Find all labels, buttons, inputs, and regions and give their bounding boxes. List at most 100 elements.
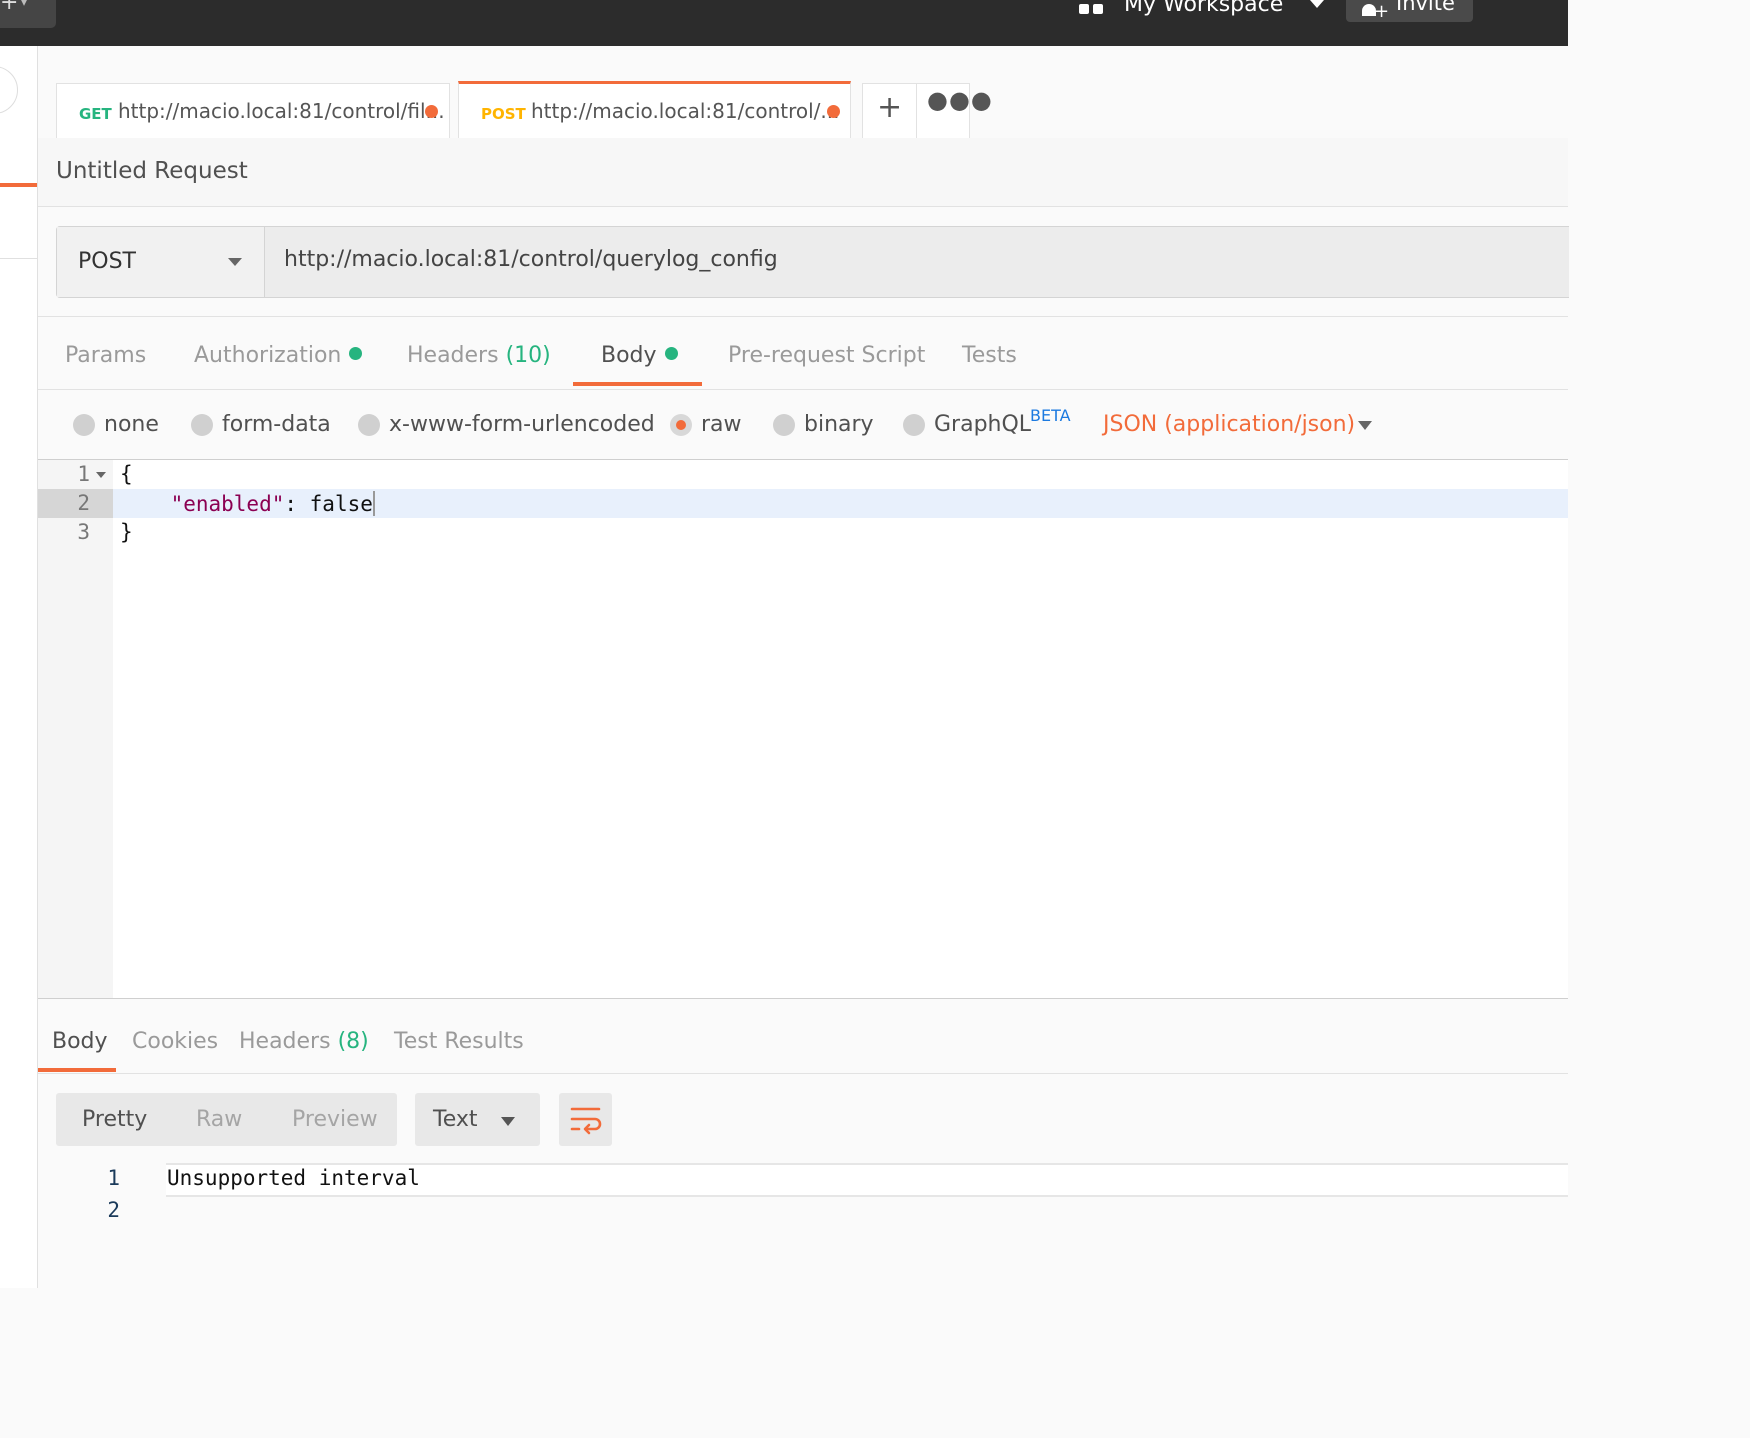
tab-post-request[interactable]: POST http://macio.local:81/control/... [458,81,851,141]
wrap-lines-icon [570,1107,602,1135]
tab-test-results[interactable]: Test Results [394,1029,524,1054]
fold-arrow-icon[interactable] [96,472,106,478]
radio-icon [358,414,380,436]
url-bar: POST http://macio.local:81/control/query… [56,226,1569,298]
editor-line-active: 2 "enabled": false [38,489,1568,518]
workspace-switcher[interactable]: My Workspace [1124,0,1283,17]
code-text: { [120,462,133,486]
tab-method: POST [481,105,526,123]
wrap-lines-button[interactable] [559,1093,612,1146]
beta-badge: BETA [1030,406,1071,425]
chevron-down-icon[interactable] [1358,421,1372,430]
tab-tests[interactable]: Tests [962,343,1017,368]
unsaved-dot-icon [425,105,438,118]
body-editor[interactable]: 1 { 2 "enabled": false 3 } [38,459,1568,1000]
response-tabs: Body Cookies Headers (8) Test Results [38,999,1568,1074]
view-raw-button[interactable]: Raw [196,1107,242,1132]
editor-line: 1 { [38,460,1568,489]
tab-response-headers-label: Headers [239,1029,331,1054]
headers-count: (10) [505,343,551,368]
response-line: 1 Unsupported interval [38,1163,1568,1195]
line-number: 2 [77,491,90,515]
tab-cookies[interactable]: Cookies [132,1029,218,1054]
ellipsis-icon: ●●● [927,86,993,114]
response-line: 2 [38,1195,1568,1227]
status-dot-icon [664,347,678,360]
code-text: "enabled": false [120,491,375,516]
tab-prerequest-script[interactable]: Pre-request Script [728,343,925,368]
unsaved-dot-icon [827,105,840,118]
request-sections-tabs: Params Authorization Headers (10) Body P… [38,317,1568,390]
request-title[interactable]: Untitled Request [56,158,248,184]
response-panel: Body Cookies Headers (8) Test Results Pr… [38,999,1568,1288]
plus-icon: + [0,0,19,15]
active-tab-indicator [573,382,702,386]
active-tab-indicator [38,1068,116,1072]
json-key: "enabled" [170,492,285,516]
line-number: 1 [77,462,90,486]
status-dot-icon [349,347,363,360]
response-text[interactable]: Unsupported interval [167,1166,420,1190]
plus-icon: + [877,90,903,125]
tab-headers-label: Headers [407,343,499,368]
radio-icon [191,414,213,436]
invite-label: Invite [1396,0,1455,15]
line-number: 1 [107,1166,120,1190]
language-select[interactable]: JSON (application/json) [1103,412,1355,437]
chevron-down-icon [228,258,242,266]
method-label: POST [78,249,136,274]
tab-url: http://macio.local:81/control/fil... [118,99,445,123]
radio-icon [773,414,795,436]
invite-button[interactable]: + Invite [1346,0,1473,22]
url-input[interactable]: http://macio.local:81/control/querylog_c… [265,227,1568,297]
format-select[interactable]: Text [415,1093,540,1146]
tab-response-body[interactable]: Body [52,1029,108,1054]
radio-label: GraphQL [934,412,1032,437]
view-preview-button[interactable]: Preview [292,1107,378,1132]
chevron-down-icon: ▾ [20,0,29,10]
tab-body-label: Body [601,343,657,368]
chevron-down-icon[interactable] [1310,0,1324,8]
tab-authorization-label: Authorization [194,343,342,368]
tab-headers[interactable]: Headers (10) [407,343,551,368]
divider [0,258,37,259]
new-tab-button[interactable]: + [862,83,917,138]
add-user-icon: + [1362,2,1389,21]
tab-options-button[interactable]: ●●● [916,83,992,138]
app-header: + ▾ My Workspace + Invite [0,0,1568,46]
line-number: 3 [77,520,90,544]
format-label: Text [433,1107,478,1132]
response-view-toggle: Pretty Raw Preview [56,1093,397,1146]
tab-authorization[interactable]: Authorization [194,343,363,368]
radio-label: form-data [222,412,331,437]
request-name-bar: Untitled Request [38,138,1568,207]
radio-label: raw [701,412,742,437]
sidebar-toggle[interactable] [0,66,18,114]
editor-line: 3 } [38,518,1568,547]
response-headers-count: (8) [337,1029,369,1054]
tab-params[interactable]: Params [65,343,146,368]
radio-icon [73,414,95,436]
json-value: : false [284,492,373,516]
url-text: http://macio.local:81/control/querylog_c… [284,247,778,272]
tab-url: http://macio.local:81/control/... [531,99,840,123]
tab-response-headers[interactable]: Headers (8) [239,1029,369,1054]
method-select[interactable]: POST [57,227,265,297]
tab-get-request[interactable]: GET http://macio.local:81/control/fil... [56,83,450,138]
chevron-down-icon [501,1117,515,1126]
radio-label: binary [804,412,874,437]
new-button[interactable]: + ▾ [0,0,56,28]
line-number: 2 [107,1198,120,1222]
radio-label: none [104,412,159,437]
sidebar-active-indicator [0,183,37,187]
code-text: } [120,520,133,544]
radio-icon [903,414,925,436]
request-tab-bar: GET http://macio.local:81/control/fil...… [38,46,1568,141]
view-pretty-button[interactable]: Pretty [82,1107,147,1132]
radio-label: x-www-form-urlencoded [389,412,655,437]
sidebar [0,46,38,1288]
radio-selected-icon [670,414,692,436]
tab-body[interactable]: Body [601,343,678,368]
text-cursor [372,491,375,516]
workspace-grid-icon [1079,4,1105,16]
